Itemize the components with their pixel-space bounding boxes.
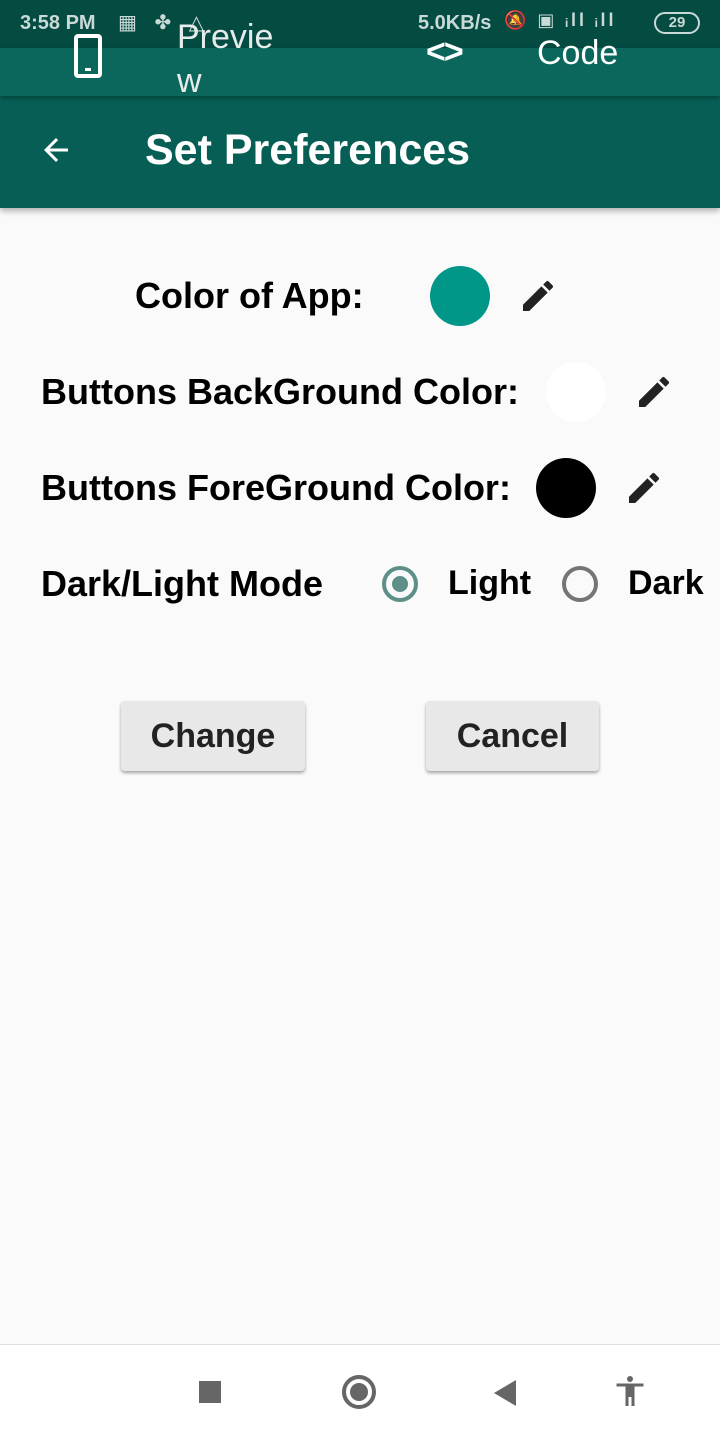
bg-color-label: Buttons BackGround Color: bbox=[41, 371, 519, 412]
app-bar: Set Preferences bbox=[0, 96, 720, 208]
tab-preview[interactable]: Preview bbox=[177, 15, 287, 103]
arrow-left-icon[interactable] bbox=[38, 132, 74, 168]
battery-icon: 29 bbox=[654, 12, 700, 34]
signal-icons: 🔕 ▣ ᵢll ᵢll bbox=[504, 10, 617, 30]
dark-radio[interactable] bbox=[562, 566, 598, 602]
edit-app-color-icon[interactable] bbox=[518, 276, 558, 316]
page-title: Set Preferences bbox=[145, 126, 471, 174]
fg-color-swatch[interactable] bbox=[536, 458, 596, 518]
accessibility-icon[interactable] bbox=[612, 1373, 648, 1409]
light-radio[interactable] bbox=[382, 566, 418, 602]
tab-code[interactable]: Code bbox=[537, 34, 618, 73]
recent-apps-icon[interactable] bbox=[199, 1381, 221, 1403]
light-radio-label[interactable]: Light bbox=[448, 564, 531, 603]
code-icon[interactable]: <> bbox=[426, 33, 464, 72]
edit-bg-color-icon[interactable] bbox=[634, 372, 674, 412]
change-button[interactable]: Change bbox=[121, 701, 305, 771]
edit-fg-color-icon[interactable] bbox=[624, 468, 664, 508]
cancel-button[interactable]: Cancel bbox=[426, 701, 599, 771]
dark-radio-label[interactable]: Dark bbox=[628, 564, 704, 603]
bg-color-swatch[interactable] bbox=[546, 362, 606, 422]
home-icon[interactable] bbox=[342, 1375, 376, 1409]
network-speed: 5.0KB/s bbox=[418, 12, 492, 34]
status-time: 3:58 PM bbox=[20, 12, 96, 34]
phone-icon[interactable] bbox=[74, 34, 102, 78]
mode-label: Dark/Light Mode bbox=[41, 563, 324, 604]
fg-color-label: Buttons ForeGround Color: bbox=[41, 467, 511, 508]
system-nav-bar bbox=[0, 1344, 720, 1440]
back-icon[interactable] bbox=[494, 1380, 516, 1406]
app-color-swatch[interactable] bbox=[430, 266, 490, 326]
preview-code-tabs: Preview <> Code bbox=[0, 18, 720, 100]
app-color-label: Color of App: bbox=[135, 275, 364, 316]
